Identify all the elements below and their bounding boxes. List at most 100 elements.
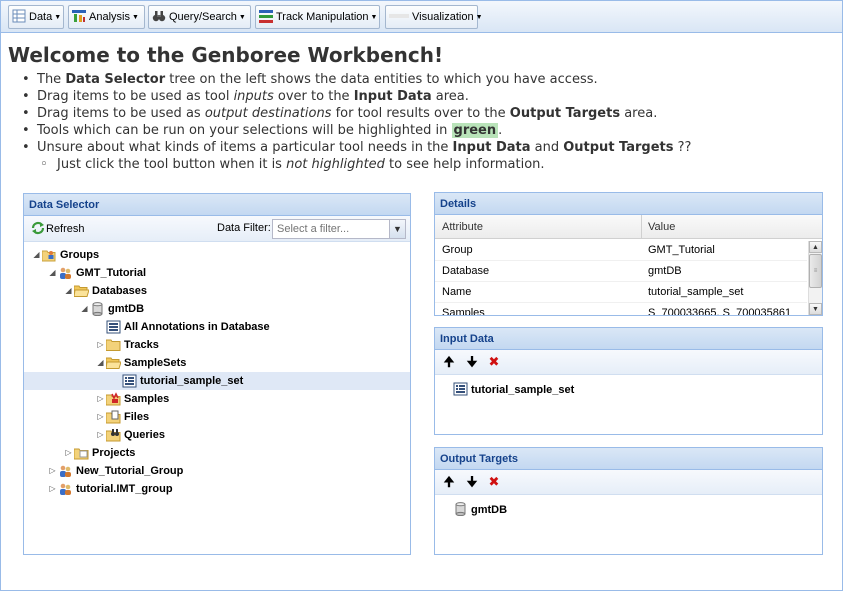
chevron-down-icon: ▼ (475, 14, 483, 21)
table-icon (12, 9, 26, 23)
tree-node[interactable]: ▷ Tracks (24, 336, 410, 354)
move-up-button[interactable]: 🠉 (441, 354, 457, 370)
scroll-up-icon[interactable]: ▲ (809, 241, 822, 253)
tree-collapsed-icon[interactable]: ▷ (96, 390, 105, 408)
table-row[interactable]: Samples S_700033665, S_700035861 (435, 303, 807, 315)
green-highlight-sample: green (451, 123, 499, 138)
data-selector-toolbar: Refresh Data Filter: ▼ (24, 216, 410, 242)
workbench-window: Data ▼ Analysis ▼ Query/Search ▼ Track Mani… (0, 0, 843, 591)
instruction-sub-item: Just click the tool button when it is no… (37, 156, 691, 173)
arrow-down-icon: 🠋 (466, 354, 478, 369)
tree-collapsed-icon[interactable]: ▷ (96, 336, 105, 354)
data-menu-button[interactable]: Data ▼ (8, 5, 64, 29)
input-data-toolbar: 🠉 🠋 ✖ (435, 350, 822, 375)
query-search-menu-button[interactable]: Query/Search ▼ (148, 5, 251, 29)
tree-collapsed-icon[interactable]: ▷ (48, 462, 57, 480)
welcome-title: Welcome to the Genboree Workbench! (8, 43, 444, 67)
arrow-down-icon: 🠋 (466, 474, 478, 489)
scroll-down-icon[interactable]: ▼ (809, 303, 822, 315)
tree-node-label: tutorial_sample_set (140, 375, 244, 387)
output-targets-panel: Output Targets 🠉 🠋 ✖ gmtDB (434, 447, 823, 555)
tree-expanded-icon[interactable]: ◢ (48, 264, 57, 282)
data-filter-dropdown-trigger[interactable]: ▼ (389, 219, 406, 239)
refresh-label: Refresh (46, 223, 85, 235)
tree-node[interactable]: All Annotations in Database (24, 318, 410, 336)
details-grid-header: Attribute Value (435, 215, 822, 239)
visualization-menu-button[interactable]: Visualization ▼ (385, 5, 483, 29)
tree-node-label: Projects (92, 447, 136, 459)
arrow-up-icon: 🠉 (443, 354, 455, 369)
projects-folder-icon (73, 446, 89, 460)
groups-folder-icon (41, 248, 57, 262)
table-row[interactable]: Group GMT_Tutorial (435, 240, 807, 261)
tree-collapsed-icon[interactable]: ▷ (96, 426, 105, 444)
refresh-button[interactable]: Refresh (30, 221, 85, 240)
tree-expanded-icon[interactable]: ◢ (80, 300, 89, 318)
database-icon (453, 502, 468, 517)
tree-node[interactable]: ◢ Databases (24, 282, 410, 300)
column-header-value[interactable]: Value (648, 221, 675, 233)
group-icon (58, 482, 73, 496)
annotation-list-icon (106, 320, 121, 334)
details-title: Details (435, 193, 822, 215)
tree-collapsed-icon[interactable]: ▷ (48, 480, 57, 498)
table-row[interactable]: Database gmtDB (435, 261, 807, 282)
visualization-menu-label: Visualization (412, 11, 474, 23)
details-grid: Attribute Value Group GMT_Tutorial Databa… (435, 215, 822, 315)
tree-collapsed-icon[interactable]: ▷ (96, 408, 105, 426)
tree-node[interactable]: tutorial_sample_set (24, 372, 410, 390)
chevron-down-icon: ▼ (54, 14, 62, 21)
scroll-thumb[interactable]: ≡ (809, 254, 822, 288)
instruction-item: Unsure about what kinds of items a parti… (22, 139, 691, 156)
tree-node[interactable]: ◢ GMT_Tutorial (24, 264, 410, 282)
binoculars-icon (152, 9, 166, 23)
move-down-button[interactable]: 🠋 (464, 474, 480, 490)
tracks-icon (259, 9, 273, 23)
column-header-attribute[interactable]: Attribute (442, 221, 483, 233)
move-up-button[interactable]: 🠉 (441, 474, 457, 490)
group-icon (58, 464, 73, 478)
track-manipulation-menu-button[interactable]: Track Manipulation ▼ (255, 5, 380, 29)
tree-expanded-icon[interactable]: ◢ (96, 354, 105, 372)
data-menu-label: Data (29, 11, 53, 23)
close-icon: ✖ (488, 474, 500, 489)
move-down-button[interactable]: 🠋 (464, 354, 480, 370)
tree-node[interactable]: ▷ tutorial.IMT_group (24, 480, 410, 498)
table-row[interactable]: Name tutorial_sample_set (435, 282, 807, 303)
input-data-item-label: tutorial_sample_set (471, 384, 575, 396)
tree-node[interactable]: ▷ Samples (24, 390, 410, 408)
files-folder-icon (105, 410, 121, 424)
data-selector-panel: Data Selector Refresh Data Filter: ▼ ◢Gr… (23, 193, 411, 555)
refresh-icon (30, 221, 46, 240)
main-toolbar: Data ▼ Analysis ▼ Query/Search ▼ Track Mani… (1, 1, 842, 33)
remove-button[interactable]: ✖ (486, 354, 502, 370)
details-scrollbar[interactable]: ▲ ≡ ▼ (808, 241, 822, 315)
tree-node-label: All Annotations in Database (124, 321, 270, 333)
tree-expanded-icon[interactable]: ◢ (64, 282, 73, 300)
output-targets-title: Output Targets (435, 448, 822, 470)
tree-node-label: Queries (124, 429, 165, 441)
folder-icon (105, 338, 121, 352)
remove-button[interactable]: ✖ (486, 474, 502, 490)
tree-node[interactable]: ◢ gmtDB (24, 300, 410, 318)
tree-node-label: GMT_Tutorial (76, 267, 147, 279)
tree-collapsed-icon[interactable]: ▷ (64, 444, 73, 462)
welcome-instructions: The Data Selector tree on the left shows… (22, 71, 691, 173)
tree-node-label: Groups (60, 249, 100, 261)
tree-node[interactable]: ▷ Files (24, 408, 410, 426)
data-selector-title: Data Selector (24, 194, 410, 216)
tree-expanded-icon[interactable]: ◢ (32, 246, 41, 264)
analysis-menu-button[interactable]: Analysis ▼ (68, 5, 145, 29)
tree-node[interactable]: ▷ Projects (24, 444, 410, 462)
input-data-item[interactable]: tutorial_sample_set (453, 382, 574, 398)
output-target-item[interactable]: gmtDB (453, 502, 507, 518)
tree-node[interactable]: ◢ SampleSets (24, 354, 410, 372)
tree-node[interactable]: ▷ Queries (24, 426, 410, 444)
sample-set-icon (453, 382, 468, 396)
visualization-icon (389, 9, 409, 23)
data-filter-combo[interactable] (272, 219, 390, 239)
tree-node[interactable]: ▷ New_Tutorial_Group (24, 462, 410, 480)
tree-node[interactable]: ◢ Groups (24, 246, 410, 264)
tree-node-label: tutorial.IMT_group (76, 483, 173, 495)
samples-folder-icon (105, 392, 121, 406)
